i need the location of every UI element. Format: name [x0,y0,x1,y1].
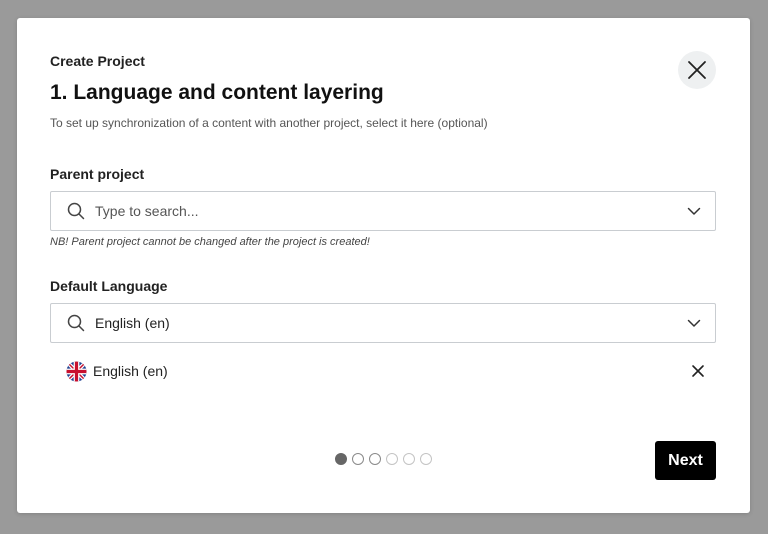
modal-overline: Create Project [50,53,145,69]
default-language-select[interactable]: English (en) [50,303,716,343]
modal-subtitle: To set up synchronization of a content w… [50,116,488,130]
parent-project-label: Parent project [50,166,145,182]
search-icon [67,202,85,220]
step-dot-2 [352,453,364,465]
selected-language-item: English (en) [66,359,706,383]
modal-title: 1. Language and content layering [50,81,384,104]
chevron-down-icon [687,319,701,327]
step-dot-5 [403,453,415,465]
remove-language-button[interactable] [690,363,706,379]
step-dot-3 [369,453,381,465]
default-language-value: English (en) [95,315,170,331]
chevron-down-icon [687,207,701,215]
close-button[interactable] [678,51,716,89]
step-dot-4 [386,453,398,465]
parent-project-note: NB! Parent project cannot be changed aft… [50,236,370,248]
create-project-modal: Create Project 1. Language and content l… [17,18,750,513]
parent-project-placeholder: Type to search... [95,203,199,219]
uk-flag-icon [66,360,87,382]
next-button[interactable]: Next [655,441,716,480]
selected-language-label: English (en) [93,363,168,379]
parent-project-select[interactable]: Type to search... [50,191,716,231]
step-indicator [335,453,432,465]
default-language-label: Default Language [50,278,168,294]
step-dot-1 [335,453,347,465]
close-icon [688,61,706,79]
search-icon [67,314,85,332]
step-dot-6 [420,453,432,465]
